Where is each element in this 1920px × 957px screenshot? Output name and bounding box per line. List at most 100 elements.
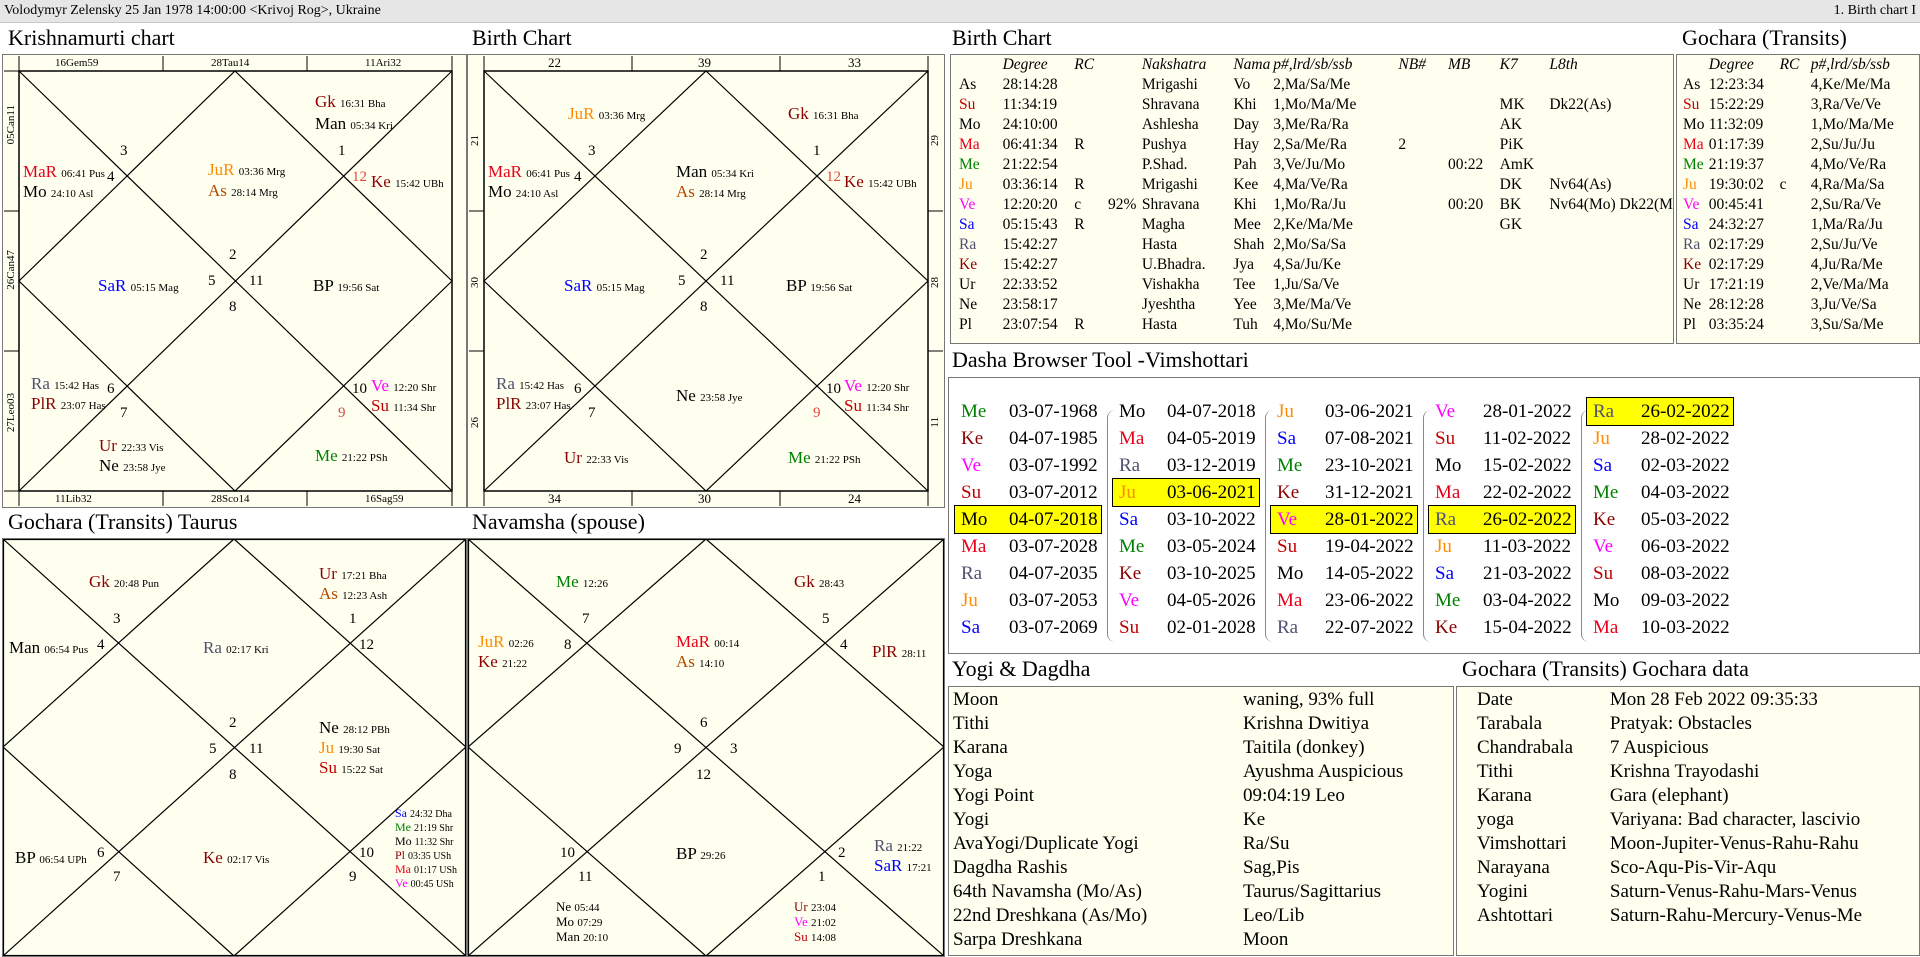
- navamsha-house-8: 8: [564, 637, 572, 653]
- dasha-period-row[interactable]: Ma 10-03-2022: [1587, 614, 1733, 641]
- table-row[interactable]: Ma 06:41:34 R Pushya Hay 2,Sa/Me/Ra 2 PiK: [959, 135, 1673, 155]
- dasha-planet: Ve: [1435, 401, 1456, 422]
- table-row[interactable]: Ju 03:36:14 R Mrigashi Kee 4,Ma/Ve/Ra DK Nv64(A…: [959, 175, 1673, 195]
- dasha-period-row[interactable]: Ju 03-07-2053: [955, 587, 1101, 614]
- dasha-period-row[interactable]: Su 08-03-2022: [1587, 560, 1733, 587]
- table-row[interactable]: Ur 17:21:19 2,Ve/Ma/Ma: [1683, 275, 1919, 295]
- dasha-period-row[interactable]: Ra 26-02-2022: [1428, 505, 1576, 534]
- dasha-period-row[interactable]: Ra 03-12-2019: [1113, 452, 1259, 479]
- table-row[interactable]: Ne 23:58:17 Jyeshtha Yee 3,Me/Ma/Ve: [959, 295, 1673, 315]
- dasha-period-row[interactable]: Mo 09-03-2022: [1587, 587, 1733, 614]
- table-row[interactable]: Sa 05:15:43 R Magha Mee 2,Ke/Ma/Me GK: [959, 215, 1673, 235]
- planet-name: Ma: [1683, 136, 1704, 153]
- dasha-period-row[interactable]: Me 03-05-2024: [1113, 533, 1259, 560]
- table-row: Moon waning, 93% full: [953, 688, 1453, 712]
- dasha-date: 19-04-2022: [1325, 536, 1414, 557]
- yogi-title: Yogi & Dagdha: [952, 656, 1091, 681]
- navamsha-chart[interactable]: 1 2 3 4 5 6 7 8 9 10 11 12 Me 12:26 Gk 2…: [467, 538, 945, 957]
- dasha-period-row[interactable]: Ra 22-07-2022: [1271, 614, 1417, 641]
- table-cell: Mrigashi: [1141, 176, 1198, 193]
- window-tab[interactable]: 1. Birth chart I: [1834, 0, 1916, 22]
- table-row[interactable]: Ma 01:17:39 2,Su/Ju/Ju: [1683, 135, 1919, 155]
- dasha-period-row[interactable]: Ma 22-02-2022: [1429, 479, 1575, 506]
- table-row[interactable]: Su 11:34:19 Shravana Khi 1,Mo/Ma/Me MK Dk22(As…: [959, 95, 1673, 115]
- table-row[interactable]: Ra 15:42:27 Hasta Shah 2,Mo/Sa/Sa: [959, 235, 1673, 255]
- dasha-period-row[interactable]: Mo 04-07-2018: [954, 505, 1102, 534]
- dasha-period-row[interactable]: Ju 11-03-2022: [1429, 533, 1575, 560]
- table-row[interactable]: Su 15:22:29 3,Ra/Ve/Ve: [1683, 95, 1919, 115]
- dasha-period-row[interactable]: Ke 15-04-2022: [1429, 614, 1575, 641]
- table-row[interactable]: Ne 28:12:28 3,Ju/Ve/Sa: [1683, 295, 1919, 315]
- natal-chart[interactable]: 22 39 33 34 30 24 21 30 26 29 28 11 1 2 …: [467, 54, 945, 508]
- planet-name: Mo: [959, 116, 981, 133]
- dasha-period-row[interactable]: Me 04-03-2022: [1587, 479, 1733, 506]
- table-cell: [1448, 175, 1500, 195]
- dasha-period-row[interactable]: Ra 26-02-2022: [1586, 397, 1734, 426]
- dasha-period-row[interactable]: Ve 03-07-1992: [955, 452, 1101, 479]
- dasha-period-row[interactable]: Ke 31-12-2021: [1271, 479, 1417, 506]
- dasha-period-row[interactable]: Sa 03-10-2022: [1113, 506, 1259, 533]
- dasha-period-row[interactable]: Ju 03-06-2021: [1112, 478, 1260, 507]
- table-row[interactable]: Ve 00:45:41 2,Su/Ra/Ve: [1683, 195, 1919, 215]
- dasha-period-row[interactable]: Ve 28-01-2022: [1270, 505, 1418, 534]
- table-row[interactable]: As 28:14:28 Mrigashi Vo 2,Ma/Sa/Me: [959, 75, 1673, 95]
- table-row[interactable]: Mo 11:32:09 1,Mo/Ma/Me: [1683, 115, 1919, 135]
- table-row[interactable]: Pl 03:35:24 3,Su/Sa/Me: [1683, 315, 1919, 335]
- table-row[interactable]: Me 21:19:37 4,Mo/Ve/Ra: [1683, 155, 1919, 175]
- gochara-house-10: 10: [359, 845, 374, 861]
- gochara-chart[interactable]: 1 2 3 4 5 6 7 8 9 10 11 12 Gk 20:48 Pun …: [2, 538, 467, 957]
- dasha-period-row[interactable]: Su 19-04-2022: [1271, 533, 1417, 560]
- dasha-period-row[interactable]: Me 03-07-1968: [955, 398, 1101, 425]
- dasha-period-row[interactable]: Ma 04-05-2019: [1113, 425, 1259, 452]
- dasha-period-row[interactable]: Ra 04-07-2035: [955, 560, 1101, 587]
- table-row[interactable]: Ju 19:30:02 c 4,Ra/Ma/Sa: [1683, 175, 1919, 195]
- dasha-period-row[interactable]: Ke 04-07-1985: [955, 425, 1101, 452]
- row-label: Yogi Point: [953, 785, 1034, 806]
- natal-edge-right-1: 29: [929, 135, 941, 146]
- table-row[interactable]: Me 21:22:54 P.Shad. Pah 3,Ve/Ju/Mo 00:22 AmK: [959, 155, 1673, 175]
- dasha-period-row[interactable]: Mo 04-07-2018: [1113, 398, 1259, 425]
- dasha-period-row[interactable]: Ma 23-06-2022: [1271, 587, 1417, 614]
- dasha-period-row[interactable]: Me 03-04-2022: [1429, 587, 1575, 614]
- kp-house-10: 10: [352, 381, 367, 397]
- dasha-period-row[interactable]: Ve 28-01-2022: [1429, 398, 1575, 425]
- table-row[interactable]: Mo 24:10:00 Ashlesha Day 3,Me/Ra/Ra AK: [959, 115, 1673, 135]
- dasha-title: Dasha Browser Tool -Vimshottari: [952, 347, 1249, 372]
- dasha-period-row[interactable]: Mo 14-05-2022: [1271, 560, 1417, 587]
- dasha-period-row[interactable]: Sa 03-07-2069: [955, 614, 1101, 641]
- table-row[interactable]: As 12:23:34 4,Ke/Me/Ma: [1683, 75, 1919, 95]
- dasha-period-row[interactable]: Me 23-10-2021: [1271, 452, 1417, 479]
- dasha-planet: Su: [1435, 428, 1456, 449]
- dasha-date: 11-03-2022: [1483, 536, 1571, 557]
- dasha-period-row[interactable]: Ju 03-06-2021: [1271, 398, 1417, 425]
- table-row: Vimshottari Moon-Jupiter-Venus-Rahu-Rahu: [1477, 832, 1919, 856]
- kp-house-3: 3: [120, 143, 128, 159]
- dasha-period-row[interactable]: Sa 02-03-2022: [1587, 452, 1733, 479]
- dasha-period-row[interactable]: Mo 15-02-2022: [1429, 452, 1575, 479]
- dasha-period-row[interactable]: Sa 21-03-2022: [1429, 560, 1575, 587]
- table-row[interactable]: Ra 02:17:29 2,Su/Ju/Ve: [1683, 235, 1919, 255]
- table-cell: 92%: [1107, 196, 1137, 213]
- dasha-period-row[interactable]: Sa 07-08-2021: [1271, 425, 1417, 452]
- table-row[interactable]: Ke 02:17:29 4,Ju/Ra/Me: [1683, 255, 1919, 275]
- dasha-period-row[interactable]: Ma 03-07-2028: [955, 533, 1101, 560]
- table-row: Sarpa Dreshkana Moon: [953, 928, 1453, 952]
- dasha-period-row[interactable]: Su 03-07-2012: [955, 479, 1101, 506]
- dasha-period-row[interactable]: Su 11-02-2022: [1429, 425, 1575, 452]
- dasha-period-row[interactable]: Su 02-01-2028: [1113, 614, 1259, 641]
- table-row[interactable]: Ke 15:42:27 U.Bhadra. Jya 4,Sa/Ju/Ke: [959, 255, 1673, 275]
- table-row[interactable]: Ve 12:20:20 c 92% Shravana Khi 1,Mo/Ra/Ju 00:20…: [959, 195, 1673, 215]
- kp-chart[interactable]: 16Gem59 28Tau14 11Ari32 11Lib32 28Sco14 …: [2, 54, 467, 508]
- table-cell: [1398, 275, 1448, 295]
- dasha-period-row[interactable]: Ke 05-03-2022: [1587, 506, 1733, 533]
- dasha-period-row[interactable]: Ve 06-03-2022: [1587, 533, 1733, 560]
- dasha-period-row[interactable]: Ju 28-02-2022: [1587, 425, 1733, 452]
- table-row[interactable]: Ur 22:33:52 Vishakha Tee 1,Ju/Sa/Ve: [959, 275, 1673, 295]
- dasha-period-row[interactable]: Ke 03-10-2025: [1113, 560, 1259, 587]
- table-cell: 4,Ju/Ra/Me: [1810, 256, 1883, 273]
- dasha-date: 22-02-2022: [1483, 482, 1572, 503]
- dasha-period-row[interactable]: Ve 04-05-2026: [1113, 587, 1259, 614]
- table-row: Tarabala Pratyak: Obstacles: [1477, 712, 1919, 736]
- table-row[interactable]: Sa 24:32:27 1,Ma/Ra/Ju: [1683, 215, 1919, 235]
- table-row[interactable]: Pl 23:07:54 R Hasta Tuh 4,Mo/Su/Me: [959, 315, 1673, 335]
